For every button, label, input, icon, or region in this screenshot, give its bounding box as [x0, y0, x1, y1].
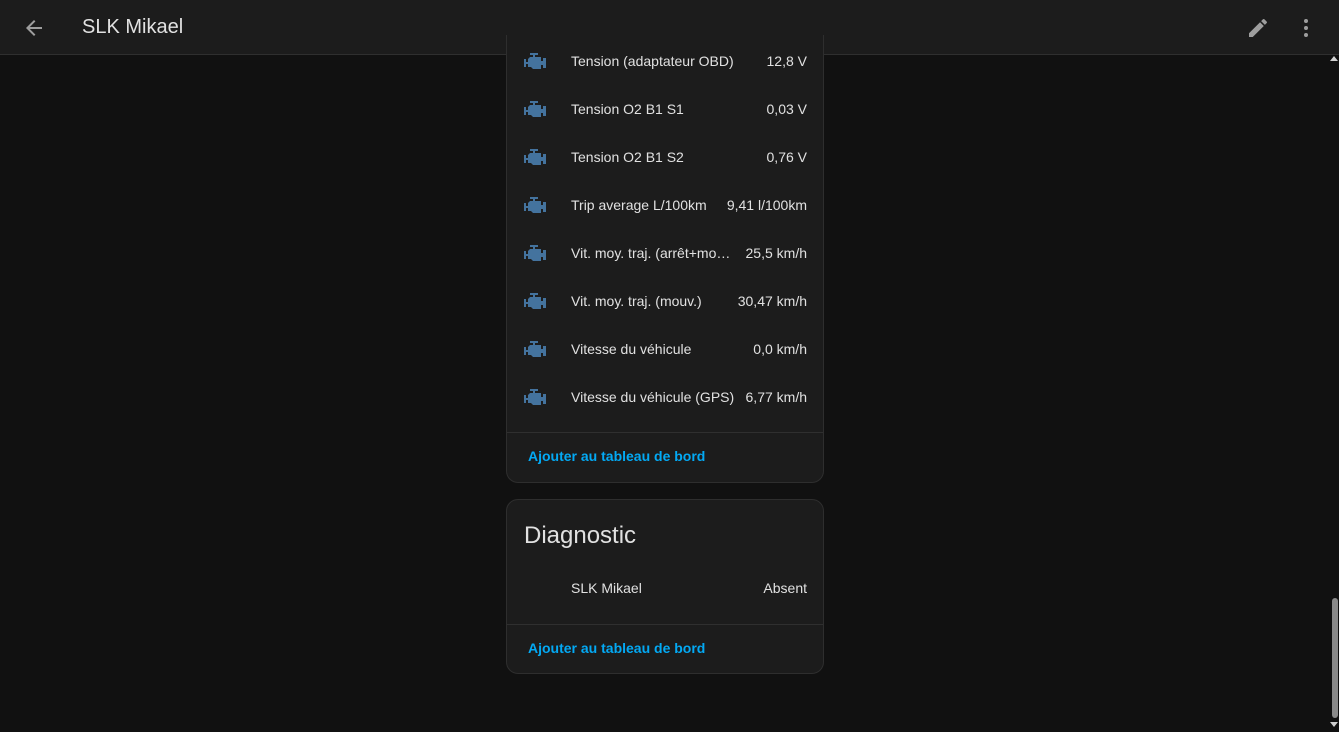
- entity-value: 25,5 km/h: [745, 245, 807, 261]
- back-button[interactable]: [14, 8, 54, 48]
- entity-label: Tension O2 B1 S2: [571, 149, 684, 165]
- entity-value: 0,76 V: [766, 149, 807, 165]
- entity-label: Vit. moy. traj. (mouv.): [571, 293, 702, 309]
- entity-label: Vit. moy. traj. (arrêt+mo…: [571, 245, 731, 261]
- scroll-down-arrow[interactable]: [1330, 722, 1338, 727]
- scroll-up-arrow[interactable]: [1330, 56, 1338, 61]
- entity-label: Tension O2 B1 S1: [571, 101, 684, 117]
- card-divider: [507, 624, 823, 625]
- entity-label: SLK Mikael: [571, 580, 642, 596]
- entity-value: 30,47 km/h: [737, 293, 807, 309]
- engine-icon: [523, 337, 547, 361]
- add-to-dashboard-link[interactable]: Ajouter au tableau de bord: [528, 446, 705, 466]
- entity-row[interactable]: SLK Mikael Absent: [507, 564, 823, 612]
- scrollbar-thumb[interactable]: [1332, 598, 1338, 718]
- entity-label: Vitesse du véhicule (GPS): [571, 389, 735, 405]
- dots-vertical-icon: [1304, 19, 1308, 37]
- entity-label: Vitesse du véhicule: [571, 341, 692, 357]
- pencil-icon: [1249, 18, 1268, 37]
- entity-row[interactable]: Vit. moy. traj. (mouv.) 30,47 km/h: [507, 277, 823, 325]
- entity-row[interactable]: Tension O2 B1 S2 0,76 V: [507, 133, 823, 181]
- entity-value: Absent: [763, 580, 807, 596]
- arrow-left-icon: [26, 20, 42, 36]
- entity-value: 0,0 km/h: [753, 341, 807, 357]
- engine-icon: [523, 289, 547, 313]
- edit-button[interactable]: [1238, 8, 1278, 48]
- engine-icon: [523, 49, 547, 73]
- diagnostic-title: Diagnostic: [524, 522, 637, 549]
- diagnostic-card: Diagnostic SLK Mikael Absent Ajouter au …: [506, 499, 824, 674]
- engine-icon: [523, 97, 547, 121]
- entity-row[interactable]: Tension O2 B1 S1 0,03 V: [507, 85, 823, 133]
- entity-row[interactable]: Trip average L/100km 9,41 l/100km: [507, 181, 823, 229]
- engine-icon: [523, 385, 547, 409]
- engine-icon: [523, 241, 547, 265]
- entity-row[interactable]: Tension (adaptateur OBD) 12,8 V: [507, 37, 823, 85]
- entity-value: 6,77 km/h: [745, 389, 807, 405]
- more-options-button[interactable]: [1286, 8, 1326, 48]
- entity-row[interactable]: Vit. moy. traj. (arrêt+mo… 25,5 km/h: [507, 229, 823, 277]
- entity-value: 12,8 V: [766, 53, 807, 69]
- entity-label: Trip average L/100km: [571, 197, 707, 213]
- entity-row[interactable]: Vitesse du véhicule 0,0 km/h: [507, 325, 823, 373]
- entity-value: 0,03 V: [766, 101, 807, 117]
- add-to-dashboard-link[interactable]: Ajouter au tableau de bord: [528, 638, 705, 658]
- page-title: SLK Mikael: [82, 16, 184, 38]
- engine-icon: [523, 193, 547, 217]
- entity-row[interactable]: Vitesse du véhicule (GPS) 6,77 km/h: [507, 373, 823, 421]
- entity-value: 9,41 l/100km: [726, 197, 807, 213]
- sensors-card: Ajouter au tableau de bord Tension (adap…: [506, 35, 824, 483]
- card-divider: [507, 432, 823, 433]
- engine-icon: [523, 145, 547, 169]
- entity-label: Tension (adaptateur OBD): [571, 53, 734, 69]
